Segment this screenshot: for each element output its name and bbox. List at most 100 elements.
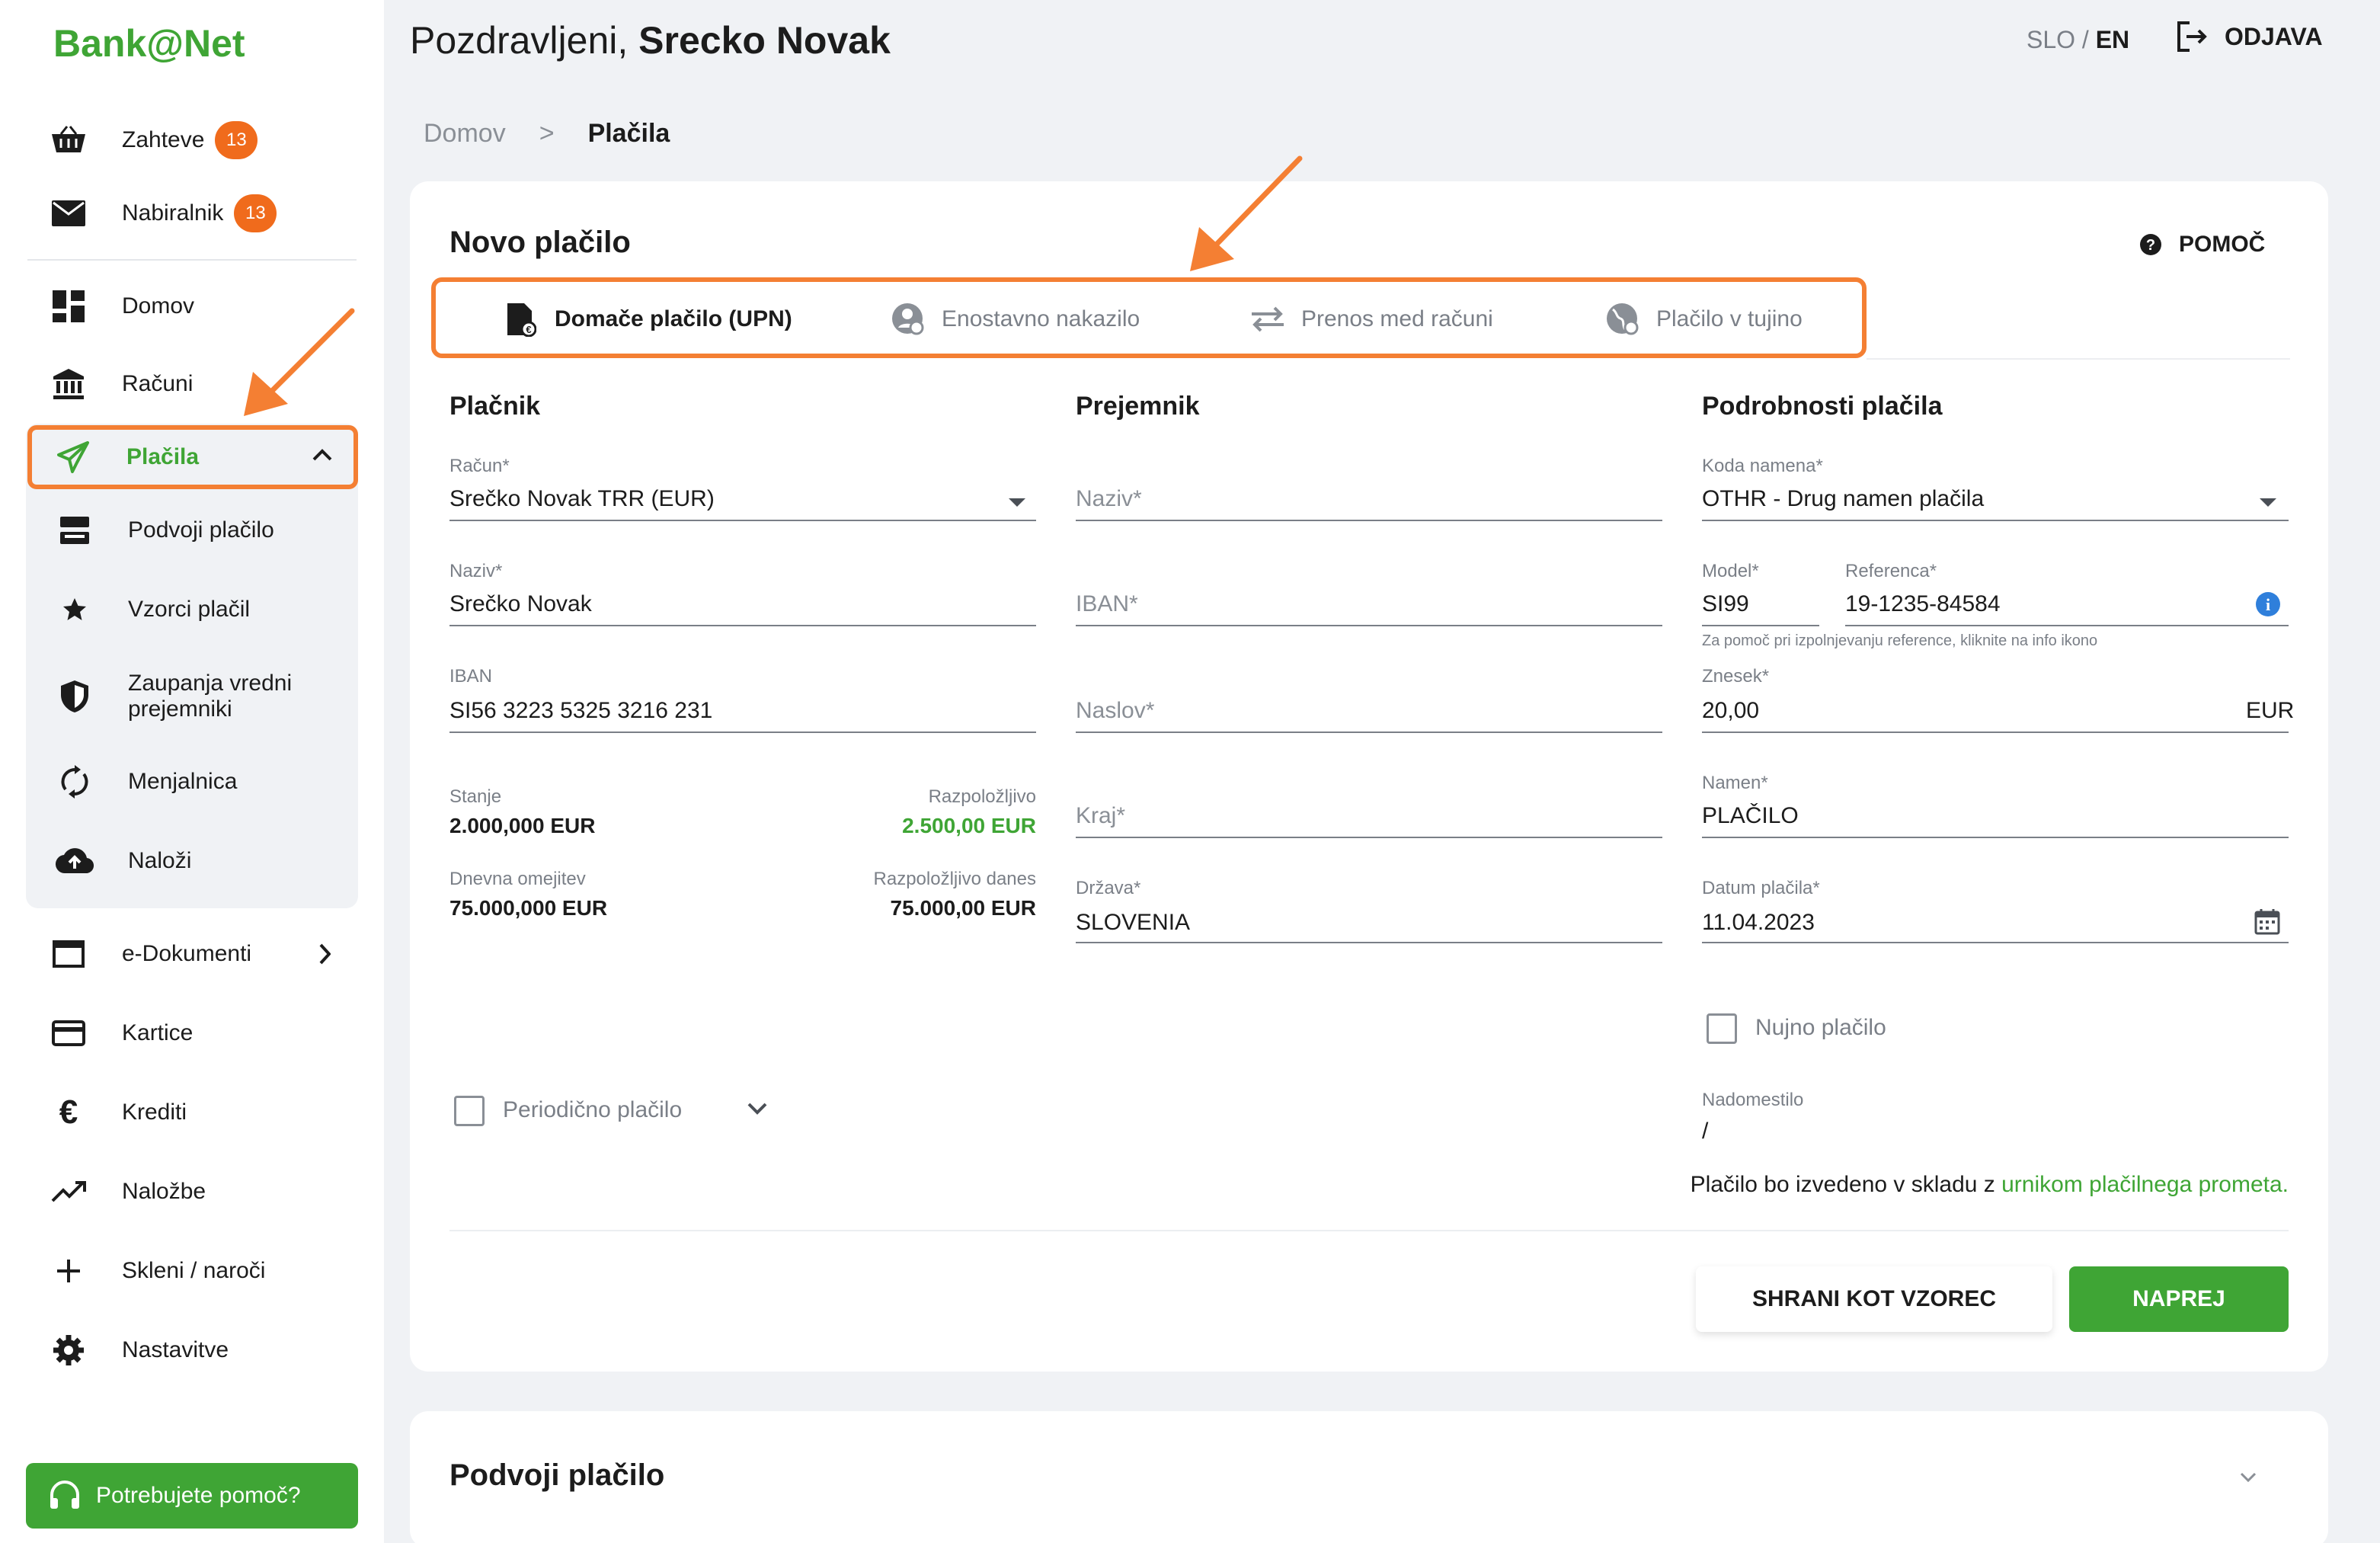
daily-limit-value: 75.000,000 EUR	[449, 896, 608, 920]
lang-slo[interactable]: SLO	[2027, 26, 2075, 53]
dropdown-caret-icon[interactable]	[1009, 498, 1025, 507]
payer-name-label: Naziv*	[449, 561, 503, 581]
duplicate-payment-card[interactable]	[410, 1411, 2328, 1543]
lang-separator: /	[2075, 26, 2096, 53]
sidebar-item-label: Nabiralnik	[122, 200, 224, 226]
next-button[interactable]: NAPREJ	[2069, 1266, 2289, 1332]
trending-up-icon	[46, 1169, 91, 1215]
recipient-address-input[interactable]: Naslov*	[1076, 698, 1154, 724]
model-label: Model*	[1702, 561, 1759, 581]
chevron-right-icon	[318, 943, 331, 968]
fee-label: Nadomestilo	[1702, 1090, 1804, 1110]
sidebar-item-label: Skleni / naroči	[122, 1258, 266, 1283]
tab-domace-placilo[interactable]: € Domače plačilo (UPN)	[503, 293, 792, 346]
sidebar-subitem-menjalnica[interactable]: Menjalnica	[26, 759, 358, 805]
recipient-iban-underline	[1076, 625, 1662, 626]
payment-date-underline	[1702, 942, 2289, 943]
recipient-name-input[interactable]: Naziv*	[1076, 486, 1142, 512]
chevron-down-icon[interactable]	[2240, 1472, 2257, 1487]
credit-card-icon	[46, 1010, 91, 1056]
globe-euro-icon	[1604, 301, 1641, 338]
tab-placilo-v-tujino[interactable]: Plačilo v tujino	[1604, 293, 1803, 346]
purpose-code-label: Koda namena*	[1702, 456, 1823, 476]
account-select[interactable]: Srečko Novak TRR (EUR)	[449, 486, 715, 512]
recipient-city-input[interactable]: Kraj*	[1076, 803, 1125, 829]
sidebar: Bank@Net Zahteve 13 Nabiralnik 13 Domov …	[0, 0, 384, 1543]
sidebar-item-nalozbe[interactable]: Naložbe	[27, 1157, 357, 1227]
sidebar-item-edokumenti[interactable]: e-Dokumenti	[27, 919, 357, 989]
help-label: POMOČ	[2179, 232, 2266, 257]
purpose-field[interactable]: PLAČILO	[1702, 803, 1799, 829]
sidebar-subitem-vzorci[interactable]: Vzorci plačil	[26, 587, 358, 632]
help-circle-icon: ?	[2139, 233, 2162, 256]
logout-button[interactable]: ODJAVA	[2176, 21, 2323, 52]
payment-schedule-link[interactable]: urnikom plačilnega prometa.	[2001, 1172, 2289, 1197]
urgent-payment-label: Nujno plačilo	[1755, 1015, 1886, 1040]
save-as-template-button[interactable]: SHRANI KOT VZOREC	[1696, 1266, 2052, 1332]
sidebar-subitem-zaupanja[interactable]: Zaupanja vredni prejemniki	[26, 666, 358, 727]
recipient-city-underline	[1076, 837, 1662, 838]
amount-underline	[1702, 731, 2289, 733]
recipient-name-underline	[1076, 520, 1662, 521]
sidebar-item-kartice[interactable]: Kartice	[27, 998, 357, 1068]
tab-enostavno-nakazilo[interactable]: Enostavno nakazilo	[890, 293, 1140, 346]
sidebar-subitem-podvoji[interactable]: Podvoji plačilo	[26, 507, 358, 553]
chevron-down-icon[interactable]	[747, 1102, 768, 1119]
amount-field[interactable]: 20,00	[1702, 698, 1759, 724]
daily-limit-label: Dnevna omejitev	[449, 869, 586, 889]
sidebar-item-domov[interactable]: Domov	[27, 271, 357, 341]
urgent-payment-checkbox[interactable]	[1707, 1013, 1737, 1044]
sidebar-item-racuni[interactable]: Računi	[27, 349, 357, 419]
recipient-address-underline	[1076, 731, 1662, 733]
notification-badge: 13	[215, 121, 258, 159]
recipient-country-field[interactable]: SLOVENIA	[1076, 910, 1190, 936]
greeting-prefix: Pozdravljeni,	[410, 19, 639, 62]
recipient-country-label: Država*	[1076, 878, 1141, 898]
sidebar-item-label: e-Dokumenti	[122, 941, 252, 966]
sidebar-item-nastavitve[interactable]: Nastavitve	[27, 1315, 357, 1385]
duplicate-icon	[52, 507, 98, 553]
reference-label: Referenca*	[1845, 561, 1937, 581]
svg-text:i: i	[2266, 595, 2270, 614]
headset-icon	[49, 1480, 81, 1512]
sidebar-item-label: Vzorci plačil	[128, 597, 251, 622]
sidebar-item-krediti[interactable]: € Krediti	[27, 1077, 357, 1148]
sidebar-item-placila[interactable]: Plačila	[27, 425, 358, 489]
available-today-value: 75.000,00 EUR	[890, 896, 1036, 920]
sidebar-item-skleni[interactable]: Skleni / naroči	[27, 1236, 357, 1306]
lang-en[interactable]: EN	[2096, 26, 2129, 53]
payer-name-field[interactable]: Srečko Novak	[449, 591, 592, 617]
payment-date-field[interactable]: 11.04.2023	[1702, 910, 1815, 936]
tab-prenos-med-racuni[interactable]: Prenos med računi	[1249, 293, 1493, 346]
account-label: Račun*	[449, 456, 510, 476]
duplicate-payment-title: Podvoji plačilo	[449, 1458, 665, 1492]
sidebar-item-label: Podvoji plačilo	[128, 517, 274, 543]
available-value: 2.500,00 EUR	[902, 814, 1036, 837]
sidebar-item-zahteve[interactable]: Zahteve 13	[27, 105, 357, 175]
info-icon[interactable]: i	[2255, 591, 2281, 621]
shield-icon	[52, 674, 98, 719]
model-field[interactable]: SI99	[1702, 591, 1749, 617]
basket-icon	[46, 117, 91, 163]
payer-iban-label: IBAN	[449, 666, 493, 687]
breadcrumb: Domov > Plačila	[424, 119, 670, 149]
dashboard-icon	[46, 283, 91, 329]
purpose-code-select[interactable]: OTHR - Drug namen plačila	[1702, 486, 1984, 512]
sidebar-item-nabiralnik[interactable]: Nabiralnik 13	[27, 178, 357, 248]
recipient-iban-input[interactable]: IBAN*	[1076, 591, 1138, 617]
logout-label: ODJAVA	[2225, 22, 2323, 50]
sidebar-item-label: Zaupanja vredni prejemniki	[128, 671, 293, 722]
periodic-payment-checkbox[interactable]	[454, 1096, 485, 1126]
sidebar-item-label: Menjalnica	[128, 769, 238, 794]
plus-icon	[46, 1248, 91, 1294]
reference-field[interactable]: 19-1235-84584	[1845, 591, 2001, 617]
payment-notice-text: Plačilo bo izvedeno v skladu z	[1690, 1172, 2002, 1197]
euro-icon: €	[59, 1093, 78, 1131]
breadcrumb-home[interactable]: Domov	[424, 119, 506, 149]
help-button[interactable]: Potrebujete pomoč?	[26, 1463, 358, 1529]
payer-iban-field[interactable]: SI56 3223 5325 3216 231	[449, 698, 712, 724]
help-link[interactable]: ? POMOČ	[2139, 232, 2265, 258]
calendar-icon[interactable]	[2254, 908, 2281, 940]
dropdown-caret-icon[interactable]	[2260, 498, 2276, 507]
sidebar-subitem-nalozi[interactable]: Naloži	[26, 838, 358, 884]
